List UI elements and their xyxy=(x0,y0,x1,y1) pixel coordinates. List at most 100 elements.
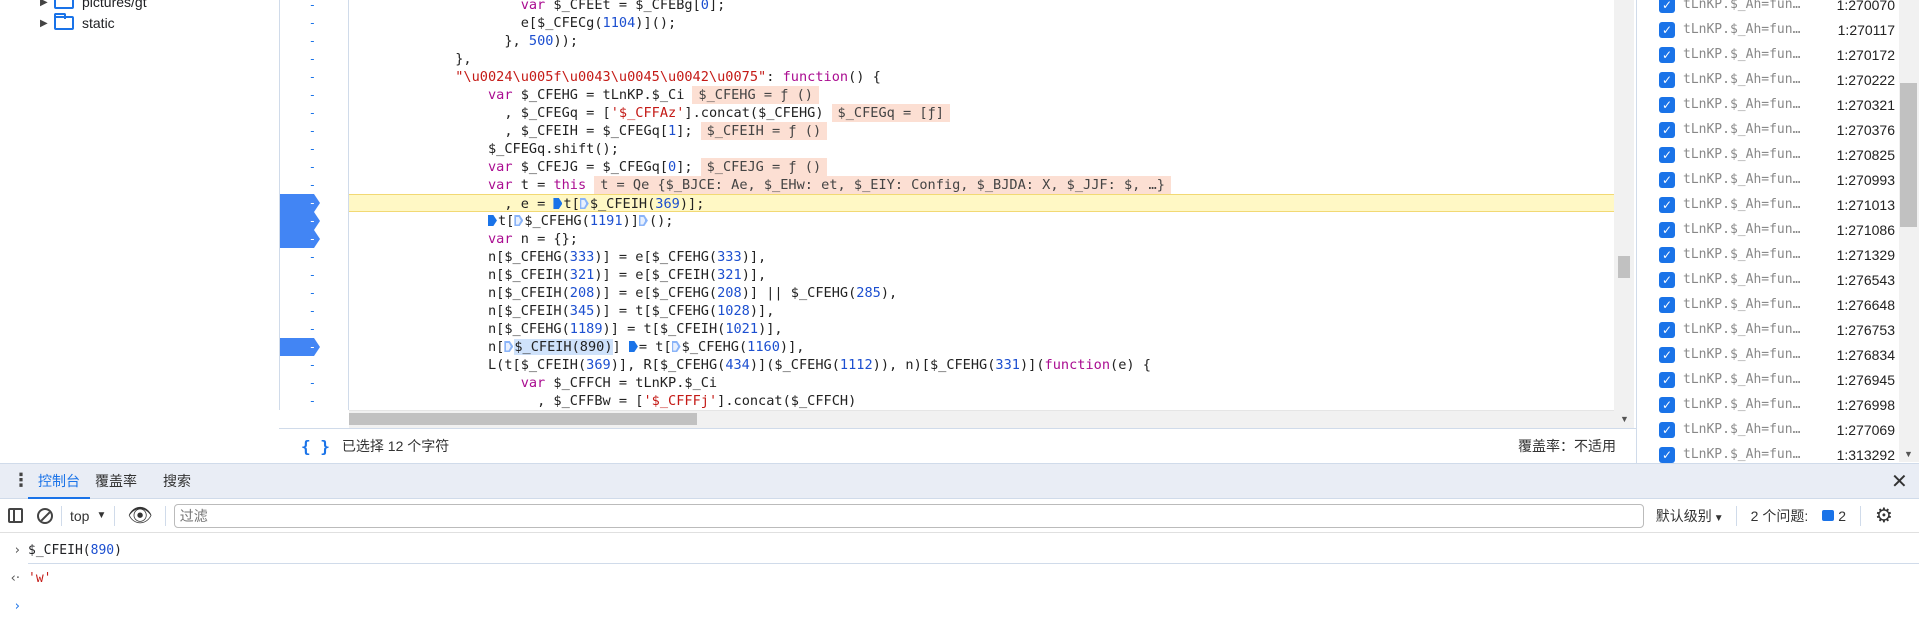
inline-breakpoint-icon[interactable] xyxy=(504,341,514,352)
code-line[interactable]: var $_CFEJG = $_CFEGq[0]; $_CFEJG = ƒ () xyxy=(349,158,1614,176)
breakpoint-item[interactable]: ✓ tLnKP.$_Ah=fun… 1:270376 xyxy=(1637,117,1901,142)
line-number[interactable]: - xyxy=(280,266,348,284)
breakpoint-checkbox[interactable]: ✓ xyxy=(1659,71,1675,88)
breakpoint-marker[interactable]: - xyxy=(280,230,320,248)
code-line[interactable]: "\u0024\u005f\u0043\u0045\u0042\u0075": … xyxy=(349,68,1614,86)
code-line[interactable]: n[$_CFEIH(321)] = e[$_CFEIH(321)], xyxy=(349,266,1614,284)
issues-label[interactable]: 2 个问题: xyxy=(1751,506,1809,526)
context-selector[interactable]: top ▼ xyxy=(70,508,106,524)
inline-breakpoint-icon[interactable] xyxy=(628,341,638,352)
code-line[interactable]: , $_CFEGq = ['$_CFFAz'].concat($_CFEHG) $… xyxy=(349,104,1614,122)
code-line[interactable]: n[$_CFEIH(208)] = e[$_CFEHG(208)] || $_C… xyxy=(349,284,1614,302)
current-execution-line[interactable]: , e = t[$_CFEIH(369)]; xyxy=(349,194,1614,212)
line-number[interactable]: - xyxy=(280,176,348,194)
inline-breakpoint-icon[interactable] xyxy=(487,215,497,226)
code-line[interactable]: }, 500)); xyxy=(349,32,1614,50)
line-number[interactable]: - xyxy=(280,374,348,392)
tab-console[interactable]: 控制台 xyxy=(28,464,90,499)
breakpoint-item[interactable]: ✓ tLnKP.$_Ah=fun… 1:276543 xyxy=(1637,267,1901,292)
expand-arrow-icon[interactable]: ▶ xyxy=(40,18,50,29)
code-line[interactable]: n[$_CFEIH(890)] = t[$_CFEHG(1160)], xyxy=(349,338,1614,356)
settings-gear-icon[interactable]: ⚙ xyxy=(1875,503,1893,528)
breakpoint-checkbox[interactable]: ✓ xyxy=(1659,346,1675,363)
filter-input[interactable] xyxy=(173,503,1644,528)
editor-vertical-scroll-thumb[interactable] xyxy=(1618,256,1630,278)
line-number[interactable]: - xyxy=(280,284,348,302)
line-number[interactable]: - xyxy=(280,104,348,122)
breakpoint-item[interactable]: ✓ tLnKP.$_Ah=fun… 1:270070 xyxy=(1637,0,1901,17)
breakpoint-checkbox[interactable]: ✓ xyxy=(1659,446,1675,463)
breakpoint-item[interactable]: ✓ tLnKP.$_Ah=fun… 1:270825 xyxy=(1637,142,1901,167)
inline-breakpoint-icon[interactable] xyxy=(553,198,563,209)
inline-breakpoint-icon[interactable] xyxy=(514,215,524,226)
breakpoint-marker[interactable]: - xyxy=(280,194,320,212)
breakpoints-scroll-thumb[interactable] xyxy=(1900,83,1917,227)
clear-console-icon[interactable] xyxy=(37,507,53,524)
breakpoint-checkbox[interactable]: ✓ xyxy=(1659,371,1675,388)
line-number[interactable]: - xyxy=(280,50,348,68)
breakpoint-item[interactable]: ✓ tLnKP.$_Ah=fun… 1:270993 xyxy=(1637,167,1901,192)
breakpoint-checkbox[interactable]: ✓ xyxy=(1659,321,1675,338)
editor-horizontal-scroll-thumb[interactable] xyxy=(349,413,697,425)
breakpoint-checkbox[interactable]: ✓ xyxy=(1659,21,1675,38)
breakpoint-checkbox[interactable]: ✓ xyxy=(1659,221,1675,238)
code-line[interactable]: $_CFEGq.shift(); xyxy=(349,140,1614,158)
code-line[interactable]: var $_CFFCH = tLnKP.$_Ci xyxy=(349,374,1614,392)
code-line[interactable]: n[$_CFEIH(345)] = t[$_CFEHG(1028)], xyxy=(349,302,1614,320)
line-number[interactable]: - xyxy=(280,68,348,86)
breakpoint-item[interactable]: ✓ tLnKP.$_Ah=fun… 1:276945 xyxy=(1637,367,1901,392)
breakpoint-item[interactable]: ✓ tLnKP.$_Ah=fun… 1:271086 xyxy=(1637,217,1901,242)
line-number[interactable]: - xyxy=(280,32,348,50)
code-line[interactable]: , $_CFFBw = ['$_CFFFj'].concat($_CFFCH) xyxy=(349,392,1614,410)
tab-coverage[interactable]: 覆盖率 xyxy=(95,464,137,499)
breakpoint-checkbox[interactable]: ✓ xyxy=(1659,271,1675,288)
breakpoint-checkbox[interactable]: ✓ xyxy=(1659,421,1675,438)
code-line[interactable]: var $_CFEEt = $_CFEBg[0]; xyxy=(349,0,1614,14)
breakpoint-item[interactable]: ✓ tLnKP.$_Ah=fun… 1:271329 xyxy=(1637,242,1901,267)
editor-vertical-scrollbar[interactable]: ▼ xyxy=(1614,0,1634,428)
breakpoint-item[interactable]: ✓ tLnKP.$_Ah=fun… 1:276998 xyxy=(1637,392,1901,417)
live-expression-eye-icon[interactable]: 👁︎ xyxy=(127,503,152,528)
tab-search[interactable]: 搜索 xyxy=(163,464,191,499)
breakpoint-checkbox[interactable]: ✓ xyxy=(1659,396,1675,413)
breakpoint-item[interactable]: ✓ tLnKP.$_Ah=fun… 1:270172 xyxy=(1637,42,1901,67)
line-number[interactable]: - xyxy=(280,14,348,32)
code-line[interactable]: n[$_CFEHG(333)] = e[$_CFEHG(333)], xyxy=(349,248,1614,266)
breakpoint-marker[interactable]: - xyxy=(280,338,320,356)
line-number[interactable]: - xyxy=(280,302,348,320)
issue-message-icon[interactable] xyxy=(1822,510,1835,521)
close-drawer-icon[interactable]: ✕ xyxy=(1891,469,1908,494)
breakpoint-item[interactable]: ✓ tLnKP.$_Ah=fun… 1:276834 xyxy=(1637,342,1901,367)
breakpoint-checkbox[interactable]: ✓ xyxy=(1659,146,1675,163)
breakpoint-checkbox[interactable]: ✓ xyxy=(1659,46,1675,63)
code-line[interactable]: L(t[$_CFEIH(369)], R[$_CFEHG(434)]($_CFE… xyxy=(349,356,1614,374)
breakpoint-item[interactable]: ✓ tLnKP.$_Ah=fun… 1:270117 xyxy=(1637,17,1901,42)
scroll-down-icon[interactable]: ▼ xyxy=(1620,414,1629,424)
code-line[interactable]: var t = this t = Qe {$_BJCE: Ae, $_EHw: e… xyxy=(349,176,1614,194)
code-line[interactable]: e[$_CFECg(1104)](); xyxy=(349,14,1614,32)
console-prompt[interactable]: › xyxy=(0,592,1919,620)
line-number[interactable]: - xyxy=(280,158,348,176)
breakpoint-item[interactable]: ✓ tLnKP.$_Ah=fun… 1:313292 xyxy=(1637,442,1901,463)
inline-breakpoint-icon[interactable] xyxy=(671,341,681,352)
breakpoint-item[interactable]: ✓ tLnKP.$_Ah=fun… 1:270222 xyxy=(1637,67,1901,92)
breakpoint-item[interactable]: ✓ tLnKP.$_Ah=fun… 1:276648 xyxy=(1637,292,1901,317)
breakpoint-item[interactable]: ✓ tLnKP.$_Ah=fun… 1:277069 xyxy=(1637,417,1901,442)
line-number[interactable]: - xyxy=(280,248,348,266)
breakpoint-checkbox[interactable]: ✓ xyxy=(1659,246,1675,263)
scroll-down-icon[interactable]: ▼ xyxy=(1904,449,1913,459)
line-number[interactable]: - xyxy=(280,0,348,14)
line-number[interactable]: - xyxy=(280,392,348,410)
inline-breakpoint-icon[interactable] xyxy=(638,215,648,226)
line-number[interactable]: - xyxy=(280,140,348,158)
code-line[interactable]: , $_CFEIH = $_CFEGq[1]; $_CFEIH = ƒ () xyxy=(349,122,1614,140)
sidebar-toggle-icon[interactable] xyxy=(8,508,23,523)
breakpoints-scrollbar[interactable]: ▼ xyxy=(1899,0,1919,462)
breakpoint-checkbox[interactable]: ✓ xyxy=(1659,96,1675,113)
line-number[interactable]: - xyxy=(280,122,348,140)
breakpoint-item[interactable]: ✓ tLnKP.$_Ah=fun… 1:276753 xyxy=(1637,317,1901,342)
pretty-print-icon[interactable]: { } xyxy=(301,437,330,456)
log-level-selector[interactable]: 默认级别 ▼ xyxy=(1656,506,1724,526)
console-input-text[interactable]: $_CFEIH(890) xyxy=(28,543,122,558)
breakpoint-checkbox[interactable]: ✓ xyxy=(1659,121,1675,138)
